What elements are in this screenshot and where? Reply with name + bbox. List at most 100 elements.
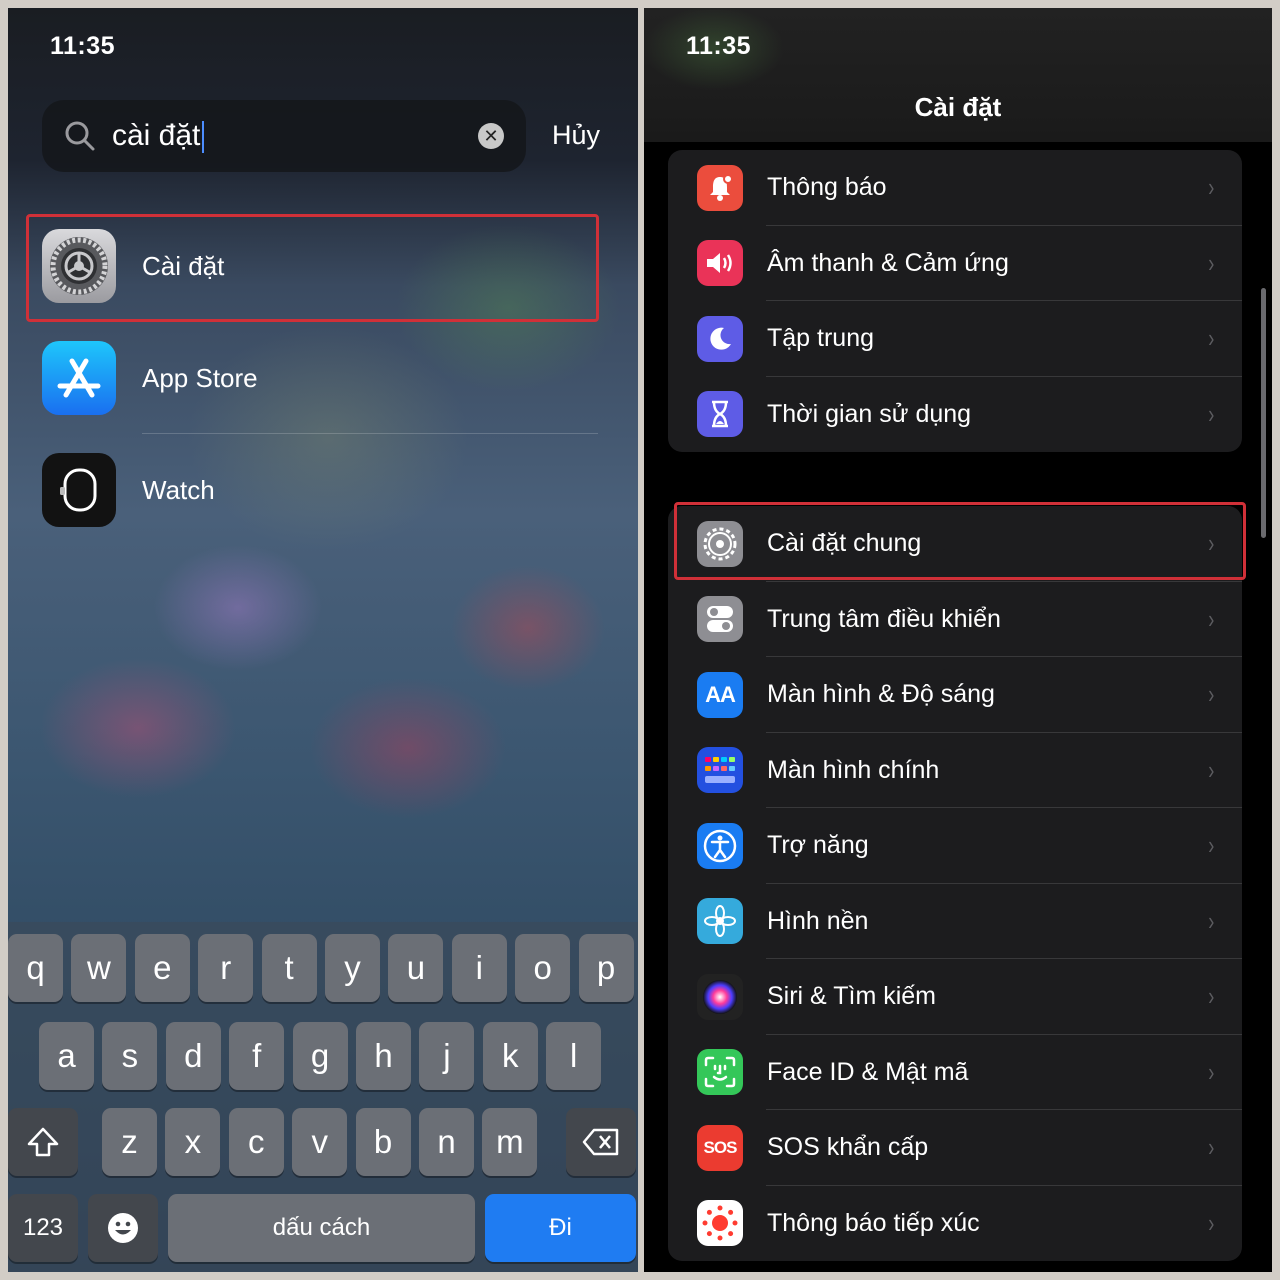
clear-search-icon[interactable]: ✕ — [478, 123, 504, 149]
key-i[interactable]: i — [451, 934, 507, 1002]
settings-row-label: Trợ năng — [767, 831, 869, 860]
shift-key[interactable] — [8, 1108, 78, 1176]
key-a[interactable]: a — [39, 1022, 94, 1090]
key-g[interactable]: g — [292, 1022, 348, 1090]
cancel-button[interactable]: Hủy — [552, 120, 600, 151]
key-h[interactable]: h — [356, 1022, 411, 1090]
highlight-box — [674, 502, 1246, 580]
key-p[interactable]: p — [578, 934, 634, 1002]
key-v[interactable]: v — [292, 1108, 348, 1176]
key-x[interactable]: x — [165, 1108, 221, 1176]
key-k[interactable]: k — [482, 1022, 538, 1090]
scrollbar[interactable] — [1261, 288, 1266, 538]
key-m[interactable]: m — [482, 1108, 538, 1176]
key-f[interactable]: f — [229, 1022, 285, 1090]
result-app-store[interactable]: App Store — [42, 340, 602, 416]
settings-row[interactable]: Trợ năng › — [668, 808, 1242, 884]
accessibility-icon — [697, 822, 743, 869]
settings-row[interactable]: AA Màn hình & Độ sáng › — [668, 657, 1242, 733]
moon-icon — [697, 315, 743, 362]
settings-row-label: Thông báo — [767, 173, 887, 202]
search-input[interactable]: cài đặt — [112, 119, 478, 153]
chevron-right-icon: › — [1208, 323, 1215, 354]
chevron-right-icon: › — [1208, 1056, 1215, 1087]
settings-row[interactable]: Tập trung › — [668, 301, 1242, 377]
key-c[interactable]: c — [228, 1108, 284, 1176]
result-label: App Store — [142, 362, 258, 393]
chevron-right-icon: › — [1208, 981, 1215, 1012]
numbers-key[interactable]: 123 — [8, 1194, 78, 1262]
key-d[interactable]: d — [165, 1022, 221, 1090]
settings-row-label: Thông báo tiếp xúc — [767, 1208, 980, 1237]
key-u[interactable]: u — [388, 934, 444, 1002]
page-title: Cài đặt — [914, 92, 1002, 122]
status-bar: 11:35 4G 84 — [644, 30, 1272, 64]
result-watch[interactable]: Watch — [42, 452, 602, 528]
settings-screen: 11:35 4G 84 Cài đặt Thông báo › Âm thanh &… — [644, 8, 1272, 1272]
key-l[interactable]: l — [546, 1022, 602, 1090]
home-grid-icon — [697, 747, 743, 794]
settings-row[interactable]: Hình nền › — [668, 884, 1242, 960]
settings-row-label: Màn hình & Độ sáng — [767, 680, 995, 709]
settings-row-label: Tập trung — [767, 324, 875, 353]
settings-row[interactable]: Siri & Tìm kiếm › — [668, 959, 1242, 1035]
key-z[interactable]: z — [102, 1108, 157, 1176]
chevron-right-icon: › — [1208, 1132, 1215, 1163]
backspace-icon — [582, 1128, 619, 1156]
emoji-icon — [108, 1213, 138, 1243]
settings-row[interactable]: Thông báo › — [668, 150, 1242, 226]
bell-icon — [697, 164, 743, 211]
chevron-right-icon: › — [1208, 1207, 1215, 1238]
settings-row-label: Face ID & Mật mã — [767, 1057, 969, 1086]
keyboard: qwertyuiop asdfghjkl zxcvbnm 123 dấu các… — [8, 922, 638, 1272]
settings-row-label: Màn hình chính — [767, 755, 940, 784]
settings-group-1: Thông báo › Âm thanh & Cảm ứng › Tập trung › T… — [668, 150, 1242, 452]
search-field[interactable]: cài đặt ✕ — [42, 100, 526, 172]
key-n[interactable]: n — [419, 1108, 474, 1176]
chevron-right-icon: › — [1208, 905, 1215, 936]
key-q[interactable]: q — [8, 934, 63, 1002]
key-w[interactable]: w — [71, 934, 127, 1002]
space-key[interactable]: dấu cách — [168, 1194, 475, 1262]
text-size-icon: AA — [697, 671, 743, 718]
settings-row-label: Âm thanh & Cảm ứng — [767, 248, 1009, 277]
key-t[interactable]: t — [261, 934, 317, 1002]
hourglass-icon — [697, 391, 743, 438]
settings-row[interactable]: Face ID & Mật mã › — [668, 1035, 1242, 1111]
key-r[interactable]: r — [198, 934, 254, 1002]
settings-row[interactable]: Âm thanh & Cảm ứng › — [668, 226, 1242, 302]
settings-row-label: Siri & Tìm kiếm — [767, 982, 936, 1011]
key-e[interactable]: e — [134, 934, 190, 1002]
status-bar: 11:35 4G 84 — [8, 30, 638, 64]
delete-key[interactable] — [566, 1108, 636, 1176]
status-time: 11:35 — [686, 32, 752, 60]
toggles-icon — [697, 596, 743, 643]
key-o[interactable]: o — [515, 934, 571, 1002]
settings-row[interactable]: Thông báo tiếp xúc › — [668, 1186, 1242, 1262]
speaker-icon — [697, 240, 743, 287]
chevron-right-icon: › — [1208, 603, 1215, 634]
sos-icon: SOS — [697, 1124, 743, 1171]
icon-glyph: SOS — [703, 1137, 738, 1157]
key-y[interactable]: y — [325, 934, 380, 1002]
settings-row[interactable]: Trung tâm điều khiển › — [668, 582, 1242, 658]
emoji-key[interactable] — [88, 1194, 158, 1262]
settings-row[interactable]: Thời gian sử dụng › — [668, 377, 1242, 453]
settings-row[interactable]: SOS SOS khẩn cấp › — [668, 1110, 1242, 1186]
status-time: 11:35 — [50, 32, 116, 60]
chevron-right-icon: › — [1208, 754, 1215, 785]
exposure-icon — [697, 1200, 743, 1247]
settings-row[interactable]: Màn hình chính › — [668, 733, 1242, 809]
search-icon — [65, 121, 95, 151]
chevron-right-icon: › — [1208, 172, 1215, 203]
siri-icon — [697, 973, 743, 1020]
screenshot-frame: 11:35 4G 84 cài đặt ✕ Hủy Cài đặt App — [0, 0, 1280, 1280]
face-id-icon — [697, 1049, 743, 1096]
go-key[interactable]: Đi — [485, 1194, 636, 1262]
key-b[interactable]: b — [355, 1108, 411, 1176]
highlight-box — [26, 214, 599, 322]
settings-row-label: Hình nền — [767, 906, 869, 935]
key-s[interactable]: s — [102, 1022, 158, 1090]
result-label: Watch — [142, 474, 215, 505]
key-j[interactable]: j — [419, 1022, 475, 1090]
